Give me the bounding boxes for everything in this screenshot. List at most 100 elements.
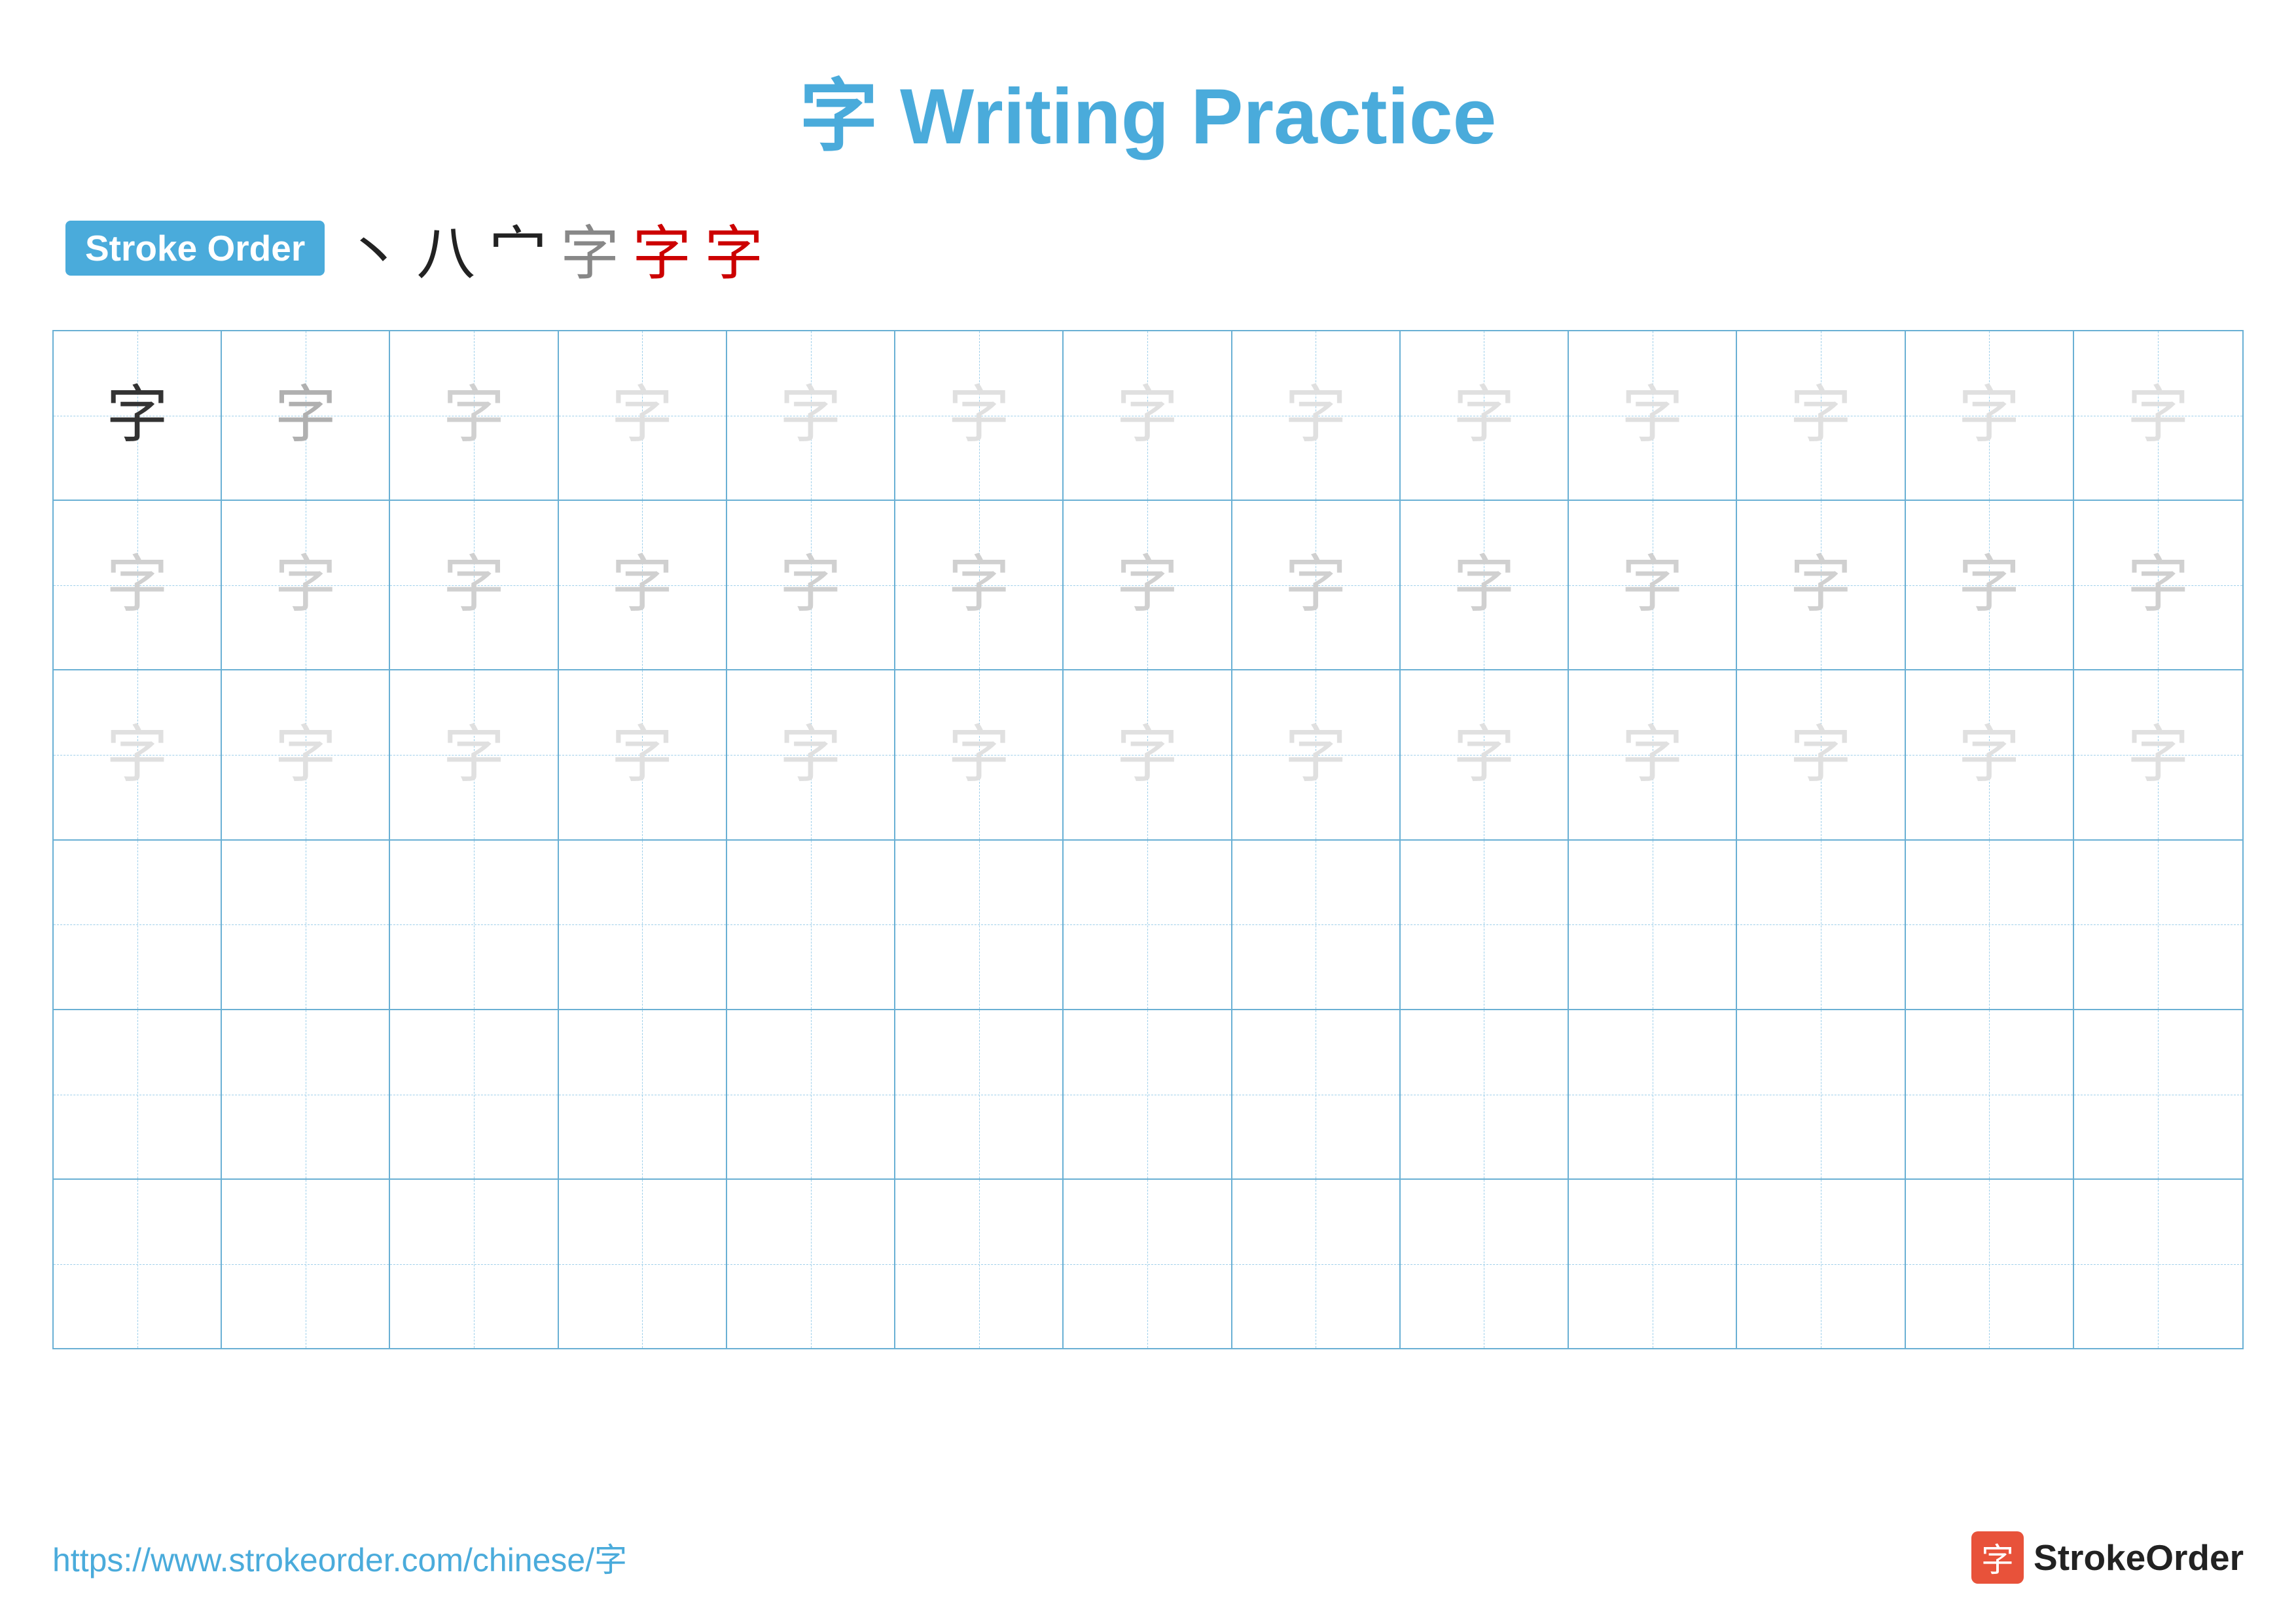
grid-cell-2-11[interactable]: 字 — [1737, 501, 1905, 669]
grid-cell-6-10[interactable] — [1569, 1180, 1737, 1348]
grid-cell-2-7[interactable]: 字 — [1064, 501, 1232, 669]
grid-cell-2-13[interactable]: 字 — [2074, 501, 2242, 669]
char-2-10: 字 — [1621, 554, 1683, 616]
grid-cell-5-9[interactable] — [1401, 1010, 1569, 1178]
grid-cell-3-5[interactable]: 字 — [727, 670, 895, 839]
grid-cell-1-4[interactable]: 字 — [559, 331, 727, 500]
char-1-3: 字 — [443, 384, 505, 447]
grid-cell-1-3[interactable]: 字 — [390, 331, 558, 500]
grid-cell-1-13[interactable]: 字 — [2074, 331, 2242, 500]
grid-cell-2-12[interactable]: 字 — [1906, 501, 2074, 669]
grid-cell-1-12[interactable]: 字 — [1906, 331, 2074, 500]
grid-cell-5-10[interactable] — [1569, 1010, 1737, 1178]
grid-cell-5-1[interactable] — [54, 1010, 222, 1178]
grid-cell-4-1[interactable] — [54, 841, 222, 1009]
grid-cell-2-6[interactable]: 字 — [895, 501, 1064, 669]
char-2-9: 字 — [1453, 554, 1515, 616]
grid-cell-4-12[interactable] — [1906, 841, 2074, 1009]
grid-cell-2-2[interactable]: 字 — [222, 501, 390, 669]
grid-cell-6-6[interactable] — [895, 1180, 1064, 1348]
stroke-6: 字 — [704, 206, 763, 291]
grid-cell-6-2[interactable] — [222, 1180, 390, 1348]
char-3-8: 字 — [1285, 724, 1347, 786]
grid-cell-1-6[interactable]: 字 — [895, 331, 1064, 500]
grid-row-4 — [54, 841, 2242, 1010]
grid-cell-5-13[interactable] — [2074, 1010, 2242, 1178]
grid-cell-4-10[interactable] — [1569, 841, 1737, 1009]
grid-cell-6-13[interactable] — [2074, 1180, 2242, 1348]
char-1-8: 字 — [1285, 384, 1347, 447]
grid-cell-4-8[interactable] — [1232, 841, 1401, 1009]
grid-cell-4-2[interactable] — [222, 841, 390, 1009]
grid-cell-4-13[interactable] — [2074, 841, 2242, 1009]
grid-cell-3-11[interactable]: 字 — [1737, 670, 1905, 839]
grid-row-6 — [54, 1180, 2242, 1348]
stroke-5: 字 — [632, 206, 691, 291]
char-1-1: 字 — [106, 384, 168, 447]
grid-cell-1-11[interactable]: 字 — [1737, 331, 1905, 500]
grid-cell-4-7[interactable] — [1064, 841, 1232, 1009]
grid-cell-2-8[interactable]: 字 — [1232, 501, 1401, 669]
char-3-1: 字 — [106, 724, 168, 786]
grid-cell-2-9[interactable]: 字 — [1401, 501, 1569, 669]
grid-cell-3-10[interactable]: 字 — [1569, 670, 1737, 839]
grid-cell-3-9[interactable]: 字 — [1401, 670, 1569, 839]
stroke-order-badge: Stroke Order — [65, 221, 325, 276]
grid-cell-6-7[interactable] — [1064, 1180, 1232, 1348]
char-2-6: 字 — [948, 554, 1010, 616]
grid-cell-4-11[interactable] — [1737, 841, 1905, 1009]
grid-cell-5-4[interactable] — [559, 1010, 727, 1178]
practice-grid: 字 字 字 字 字 字 字 字 字 字 字 字 — [52, 330, 2244, 1349]
stroke-order-row: Stroke Order 丶 八 宀 字 字 字 — [52, 206, 2244, 291]
grid-cell-1-1[interactable]: 字 — [54, 331, 222, 500]
grid-cell-5-6[interactable] — [895, 1010, 1064, 1178]
grid-cell-1-10[interactable]: 字 — [1569, 331, 1737, 500]
grid-cell-6-8[interactable] — [1232, 1180, 1401, 1348]
footer-url[interactable]: https://www.strokeorder.com/chinese/字 — [52, 1534, 627, 1581]
grid-cell-1-2[interactable]: 字 — [222, 331, 390, 500]
grid-cell-3-4[interactable]: 字 — [559, 670, 727, 839]
grid-cell-3-3[interactable]: 字 — [390, 670, 558, 839]
grid-cell-3-7[interactable]: 字 — [1064, 670, 1232, 839]
grid-cell-5-12[interactable] — [1906, 1010, 2074, 1178]
grid-cell-6-3[interactable] — [390, 1180, 558, 1348]
grid-cell-2-10[interactable]: 字 — [1569, 501, 1737, 669]
grid-cell-5-5[interactable] — [727, 1010, 895, 1178]
char-2-2: 字 — [274, 554, 336, 616]
char-2-11: 字 — [1789, 554, 1852, 616]
grid-cell-5-2[interactable] — [222, 1010, 390, 1178]
grid-cell-3-13[interactable]: 字 — [2074, 670, 2242, 839]
grid-cell-6-12[interactable] — [1906, 1180, 2074, 1348]
grid-cell-5-3[interactable] — [390, 1010, 558, 1178]
grid-cell-3-6[interactable]: 字 — [895, 670, 1064, 839]
grid-cell-1-8[interactable]: 字 — [1232, 331, 1401, 500]
footer-logo-text: StrokeOrder — [2034, 1537, 2244, 1578]
grid-cell-6-1[interactable] — [54, 1180, 222, 1348]
grid-cell-6-4[interactable] — [559, 1180, 727, 1348]
grid-cell-4-3[interactable] — [390, 841, 558, 1009]
grid-cell-4-5[interactable] — [727, 841, 895, 1009]
grid-cell-4-6[interactable] — [895, 841, 1064, 1009]
grid-cell-5-8[interactable] — [1232, 1010, 1401, 1178]
grid-cell-6-5[interactable] — [727, 1180, 895, 1348]
grid-cell-5-7[interactable] — [1064, 1010, 1232, 1178]
grid-cell-6-9[interactable] — [1401, 1180, 1569, 1348]
grid-cell-1-9[interactable]: 字 — [1401, 331, 1569, 500]
grid-cell-3-12[interactable]: 字 — [1906, 670, 2074, 839]
grid-cell-4-9[interactable] — [1401, 841, 1569, 1009]
grid-cell-3-8[interactable]: 字 — [1232, 670, 1401, 839]
grid-cell-1-5[interactable]: 字 — [727, 331, 895, 500]
grid-cell-2-4[interactable]: 字 — [559, 501, 727, 669]
char-3-2: 字 — [274, 724, 336, 786]
page-title: 字 Writing Practice — [52, 52, 2244, 166]
char-1-6: 字 — [948, 384, 1010, 447]
grid-cell-3-1[interactable]: 字 — [54, 670, 222, 839]
grid-cell-1-7[interactable]: 字 — [1064, 331, 1232, 500]
grid-cell-2-1[interactable]: 字 — [54, 501, 222, 669]
grid-cell-2-3[interactable]: 字 — [390, 501, 558, 669]
grid-cell-4-4[interactable] — [559, 841, 727, 1009]
grid-cell-5-11[interactable] — [1737, 1010, 1905, 1178]
grid-cell-6-11[interactable] — [1737, 1180, 1905, 1348]
grid-cell-2-5[interactable]: 字 — [727, 501, 895, 669]
grid-cell-3-2[interactable]: 字 — [222, 670, 390, 839]
